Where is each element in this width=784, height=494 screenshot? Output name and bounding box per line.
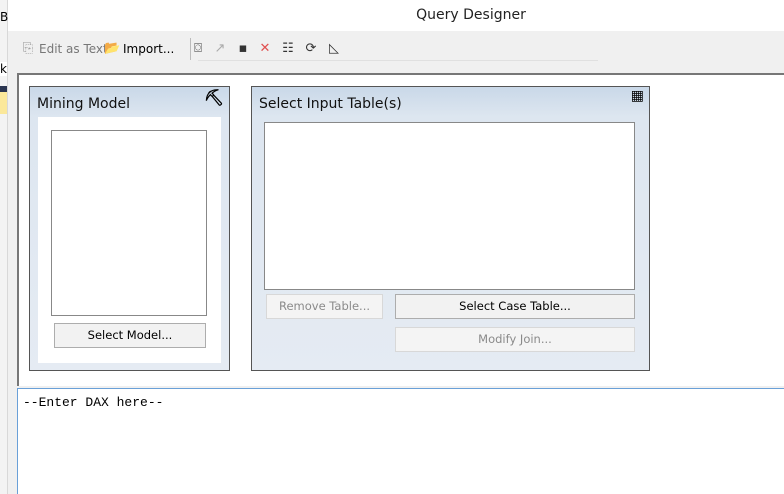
delete-icon[interactable]: ✕ [257,41,273,57]
edit-as-text-label: Edit as Text [39,42,108,56]
pick-model-icon[interactable]: ↗ [212,41,228,57]
window-title: Query Designer [416,7,526,23]
add-table-icon[interactable]: ▪ [235,41,251,57]
input-tables-box[interactable] [264,122,635,290]
modify-join-button[interactable]: Modify Join... [395,327,635,352]
result-icon[interactable]: ◺ [326,41,342,57]
fragment-text: k [0,62,7,76]
mining-model-panel: Mining Model ⛏ Select Model... [29,86,230,371]
edit-text-icon: ⎘ [22,41,34,56]
pickaxe-icon[interactable]: ⛏ [204,88,224,107]
edit-as-text-button[interactable]: ⎘ Edit as Text [20,41,108,57]
dax-text: --Enter DAX here-- [23,395,164,410]
toolbar-underline [198,60,598,61]
parameters-icon[interactable]: ☷ [280,41,296,57]
table-grid-icon[interactable]: ▦ [631,88,644,104]
select-model-button[interactable]: Select Model... [54,323,206,348]
input-tables-panel: Select Input Table(s) ▦ Remove Table... … [251,86,650,371]
import-button[interactable]: 📂 Import... [104,41,174,57]
remove-table-button[interactable]: Remove Table... [266,294,383,319]
folder-open-icon: 📂 [104,41,121,56]
mining-model-title: Mining Model [37,96,130,112]
refresh-icon[interactable]: ⟳ [303,41,319,57]
background-window-strip: B k [0,0,8,494]
query-mode-icon[interactable]: ⌼ [190,41,206,57]
import-label: Import... [123,42,175,56]
dax-editor[interactable]: --Enter DAX here-- [17,388,784,494]
select-case-table-button[interactable]: Select Case Table... [395,294,635,319]
mining-model-box[interactable] [51,130,207,316]
input-tables-title: Select Input Table(s) [259,96,402,112]
design-surface: Mining Model ⛏ Select Model... Select In… [17,73,784,386]
strip-highlight [0,92,7,114]
toolbar: ⎘ Edit as Text 📂 Import... ⌼ ↗ ▪ ✕ ☷ ⟳ ◺ [12,33,784,65]
title-bar: Query Designer [8,0,784,31]
fragment-text: B [0,10,9,24]
